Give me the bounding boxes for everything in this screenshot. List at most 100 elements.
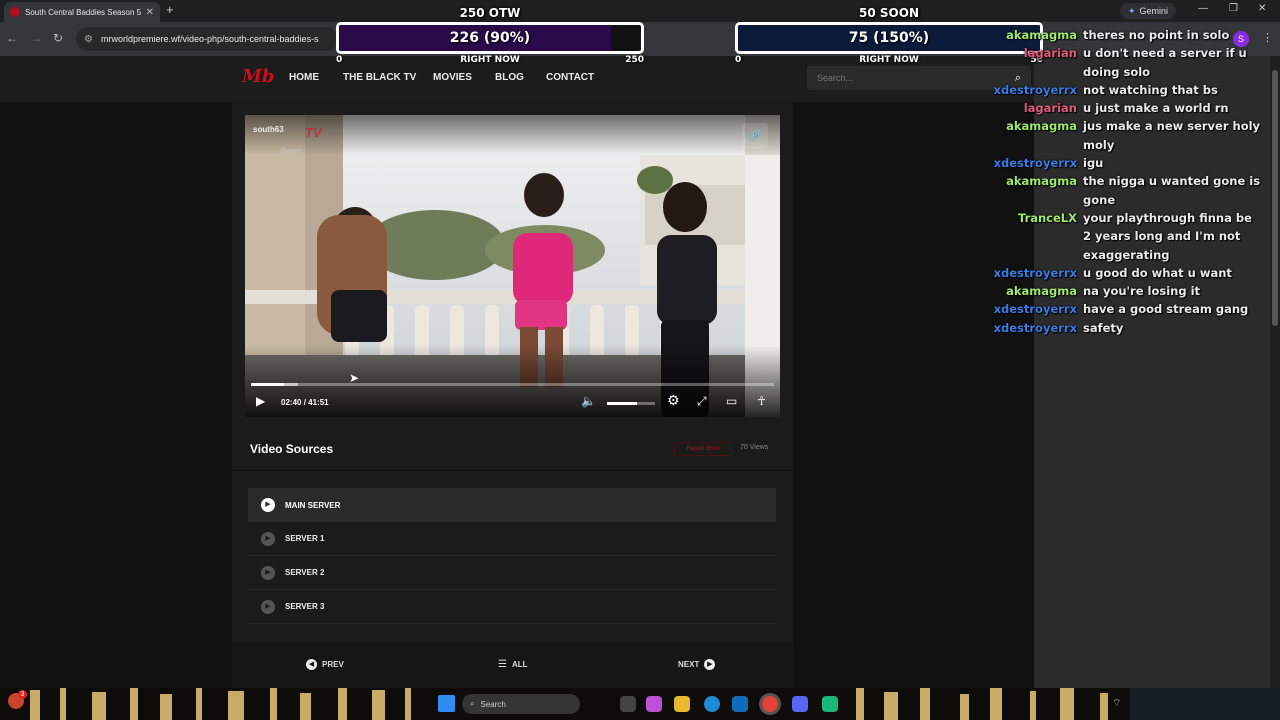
goal-scale: 0 RIGHT NOW 250 — [334, 54, 646, 68]
chat-username[interactable]: xdestroyerrx — [980, 300, 1083, 318]
back-arrow-icon[interactable]: ← — [6, 31, 18, 45]
nav-the-black-tv[interactable]: THE BLACK TV — [343, 72, 416, 83]
tab-title: South Central Baddies Season 5 — [25, 7, 141, 17]
chat-username[interactable]: xdestroyerrx — [980, 319, 1083, 337]
chat-username[interactable]: TranceLX — [980, 209, 1083, 264]
settings-gear-icon[interactable]: ⚙ — [667, 392, 680, 409]
goal-bar: 75 (150%) — [735, 22, 1043, 54]
current-time: 02:40 — [281, 398, 302, 407]
link-icon[interactable]: 🔗 — [742, 123, 768, 149]
fullscreen-icon[interactable]: ⤢ — [697, 394, 707, 409]
outlook-icon[interactable] — [732, 696, 748, 712]
copilot-icon[interactable] — [646, 696, 662, 712]
close-tab-icon[interactable]: ✕ — [146, 7, 154, 18]
notification-app-icon[interactable]: 3 — [8, 690, 27, 709]
video-progress-bar[interactable] — [251, 383, 774, 386]
chat-message: xdestroyerrx not watching that bs — [980, 81, 1270, 99]
volume-slider[interactable] — [607, 402, 655, 405]
chat-username[interactable]: akamagma — [980, 282, 1083, 300]
gemini-label: Gemini — [1139, 6, 1169, 16]
prev-label: PREV — [322, 660, 344, 669]
windows-taskbar: 3 ⌕ Search ⌔ — [0, 688, 1280, 720]
time-display: 02:40 / 41:51 — [281, 398, 329, 407]
website: Mb HOME THE BLACK TV MOVIES BLOG CONTACT… — [0, 56, 1034, 688]
volume-icon[interactable]: 🔈 — [581, 394, 596, 408]
close-window-button[interactable]: ✕ — [1258, 3, 1266, 14]
edge-icon[interactable] — [704, 696, 720, 712]
chat-username[interactable]: xdestroyerrx — [980, 154, 1083, 172]
gemini-button[interactable]: ✦ Gemini — [1120, 3, 1177, 19]
chat-message-text: the nigga u wanted gone is gone — [1083, 174, 1261, 207]
cast-icon[interactable]: ▭ — [726, 394, 737, 408]
play-circle-icon: ▶ — [261, 531, 275, 546]
chat-message: akamagma the nigga u wanted gone is gone — [980, 172, 1270, 209]
task-view-icon[interactable] — [620, 696, 636, 712]
server-2[interactable]: ▶ SERVER 2 — [248, 556, 776, 590]
arrow-right-icon: ▶ — [704, 659, 716, 670]
chrome-icon[interactable] — [762, 696, 778, 712]
server-label: SERVER 3 — [285, 602, 325, 611]
taskbar-search-placeholder: Search — [480, 699, 506, 709]
view-count: 70 Views — [740, 444, 769, 451]
site-search-input[interactable] — [817, 73, 977, 83]
taskbar-search[interactable]: ⌕ Search — [462, 694, 580, 714]
chat-message-text: safety — [1083, 320, 1124, 335]
file-explorer-icon[interactable] — [674, 696, 690, 712]
report-error-button[interactable]: Report Error — [674, 442, 732, 456]
nav-blog[interactable]: BLOG — [495, 72, 524, 83]
server-main[interactable]: ▶ MAIN SERVER — [248, 488, 776, 522]
goal-value: 75 (150%) — [848, 30, 930, 46]
next-label: NEXT — [678, 660, 700, 669]
chat-username[interactable]: xdestroyerrx — [980, 81, 1083, 99]
chat-username[interactable]: akamagma — [980, 172, 1083, 209]
goal-title: 250 OTW — [459, 6, 521, 20]
prev-button[interactable]: ◀ PREV — [306, 659, 344, 670]
chat-message-text: igu — [1083, 156, 1104, 171]
progress-fill — [251, 383, 285, 386]
play-circle-icon: ▶ — [261, 565, 275, 580]
video-player[interactable]: south63 TV Видео 🔗 ▶ 02:40 / 41:51 🔈 ⚙ ⤢… — [245, 115, 780, 417]
nav-movies[interactable]: MOVIES — [433, 72, 472, 83]
progress-buffer — [284, 383, 298, 386]
chat-username[interactable]: xdestroyerrx — [980, 264, 1083, 282]
forward-arrow-icon[interactable]: → — [30, 31, 42, 45]
list-icon: ☰ — [498, 659, 507, 670]
share-icon[interactable]: ☥ — [757, 394, 766, 408]
notification-count: 3 — [18, 690, 27, 699]
maximize-window-button[interactable]: ❐ — [1229, 3, 1238, 14]
windows-start-icon[interactable] — [438, 695, 455, 712]
reload-icon[interactable]: ↻ — [53, 31, 63, 45]
chat-message: xdestroyerrx u good do what u want — [980, 264, 1270, 282]
scrollbar-thumb[interactable] — [1272, 70, 1278, 326]
site-favicon-icon — [10, 7, 20, 17]
chat-message: akamagma na you're losing it — [980, 282, 1270, 300]
browser-tab[interactable]: South Central Baddies Season 5 ✕ — [4, 2, 160, 22]
app-icon[interactable] — [822, 696, 838, 712]
page-scrollbar[interactable] — [1270, 56, 1280, 688]
new-tab-button[interactable]: + — [166, 2, 174, 17]
minimize-window-button[interactable]: — — [1198, 3, 1208, 14]
all-episodes-button[interactable]: ☰ ALL — [498, 659, 528, 670]
chat-message: akamagma jus make a new server holy moly — [980, 117, 1270, 154]
chat-message-text: have a good stream gang — [1083, 302, 1249, 317]
chat-username[interactable]: lagarian — [980, 99, 1083, 117]
video-frame — [245, 115, 780, 417]
divider — [232, 470, 793, 471]
server-1[interactable]: ▶ SERVER 1 — [248, 522, 776, 556]
play-icon[interactable]: ▶ — [256, 394, 265, 408]
site-logo[interactable]: Mb — [242, 66, 275, 87]
nav-contact[interactable]: CONTACT — [546, 72, 594, 83]
discord-icon[interactable] — [792, 696, 808, 712]
server-3[interactable]: ▶ SERVER 3 — [248, 590, 776, 624]
next-button[interactable]: NEXT ▶ — [678, 659, 716, 670]
arrow-left-icon: ◀ — [306, 659, 317, 670]
address-bar[interactable]: ⚙ mrworldpremiere.wf/video-php/south-cen… — [76, 27, 338, 51]
network-icon[interactable]: ⌔ — [1112, 697, 1121, 710]
chat-username[interactable]: akamagma — [980, 117, 1083, 154]
nav-home[interactable]: HOME — [289, 72, 319, 83]
chat-message: xdestroyerrx safety — [980, 319, 1270, 337]
site-info-icon[interactable]: ⚙ — [84, 34, 93, 45]
duration: 41:51 — [308, 398, 329, 407]
mouse-cursor-icon: ➤ — [349, 371, 360, 385]
main-content: south63 TV Видео 🔗 ▶ 02:40 / 41:51 🔈 ⚙ ⤢… — [232, 102, 793, 688]
